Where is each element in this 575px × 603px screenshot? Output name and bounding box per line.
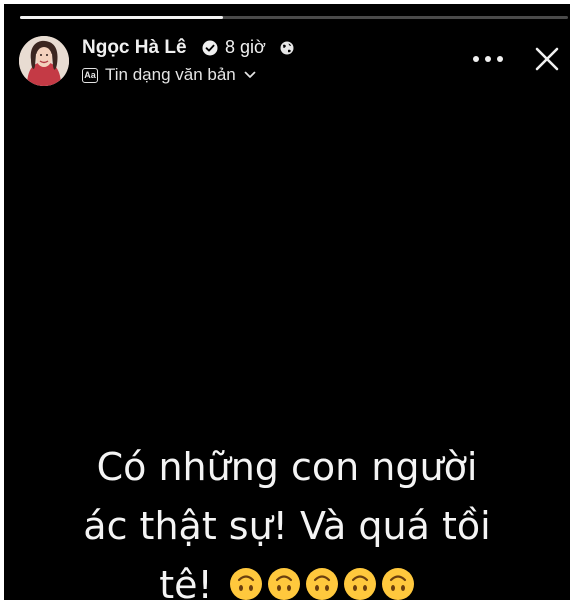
text-format-icon: Aa	[82, 67, 98, 83]
story-progress-bar	[20, 16, 568, 19]
upside-down-face-icon	[305, 568, 338, 600]
emoji-row	[225, 563, 415, 600]
story-type-selector[interactable]: Aa Tin dạng văn bản	[82, 63, 256, 87]
story-text-line-1: Có những con người	[96, 445, 478, 489]
story-viewer: Ngọc Hà Lê 8 giờ Aa Tin dạng văn bản Có …	[4, 4, 570, 600]
avatar-photo	[19, 36, 69, 86]
close-icon[interactable]	[532, 44, 562, 74]
globe-icon	[280, 41, 294, 55]
author-name[interactable]: Ngọc Hà Lê	[82, 37, 187, 59]
post-time: 8 giờ	[225, 37, 266, 57]
chevron-down-icon	[244, 71, 256, 78]
story-type-label: Tin dạng văn bản	[105, 65, 236, 84]
story-text: Có những con người ác thật sự! Và quá tồ…	[32, 438, 542, 600]
verified-badge-icon	[202, 40, 218, 56]
upside-down-face-icon	[229, 568, 262, 600]
avatar[interactable]	[19, 36, 69, 86]
upside-down-face-icon	[267, 568, 300, 600]
story-text-line-3: tệ!	[32, 556, 542, 600]
story-text-line-2: ác thật sự! Và quá tồi	[83, 504, 491, 548]
more-options-icon[interactable]	[471, 51, 505, 67]
upside-down-face-icon	[343, 568, 376, 600]
upside-down-face-icon	[381, 568, 414, 600]
story-text-line-3-text: tệ!	[159, 563, 213, 600]
story-progress-fill	[20, 16, 223, 19]
